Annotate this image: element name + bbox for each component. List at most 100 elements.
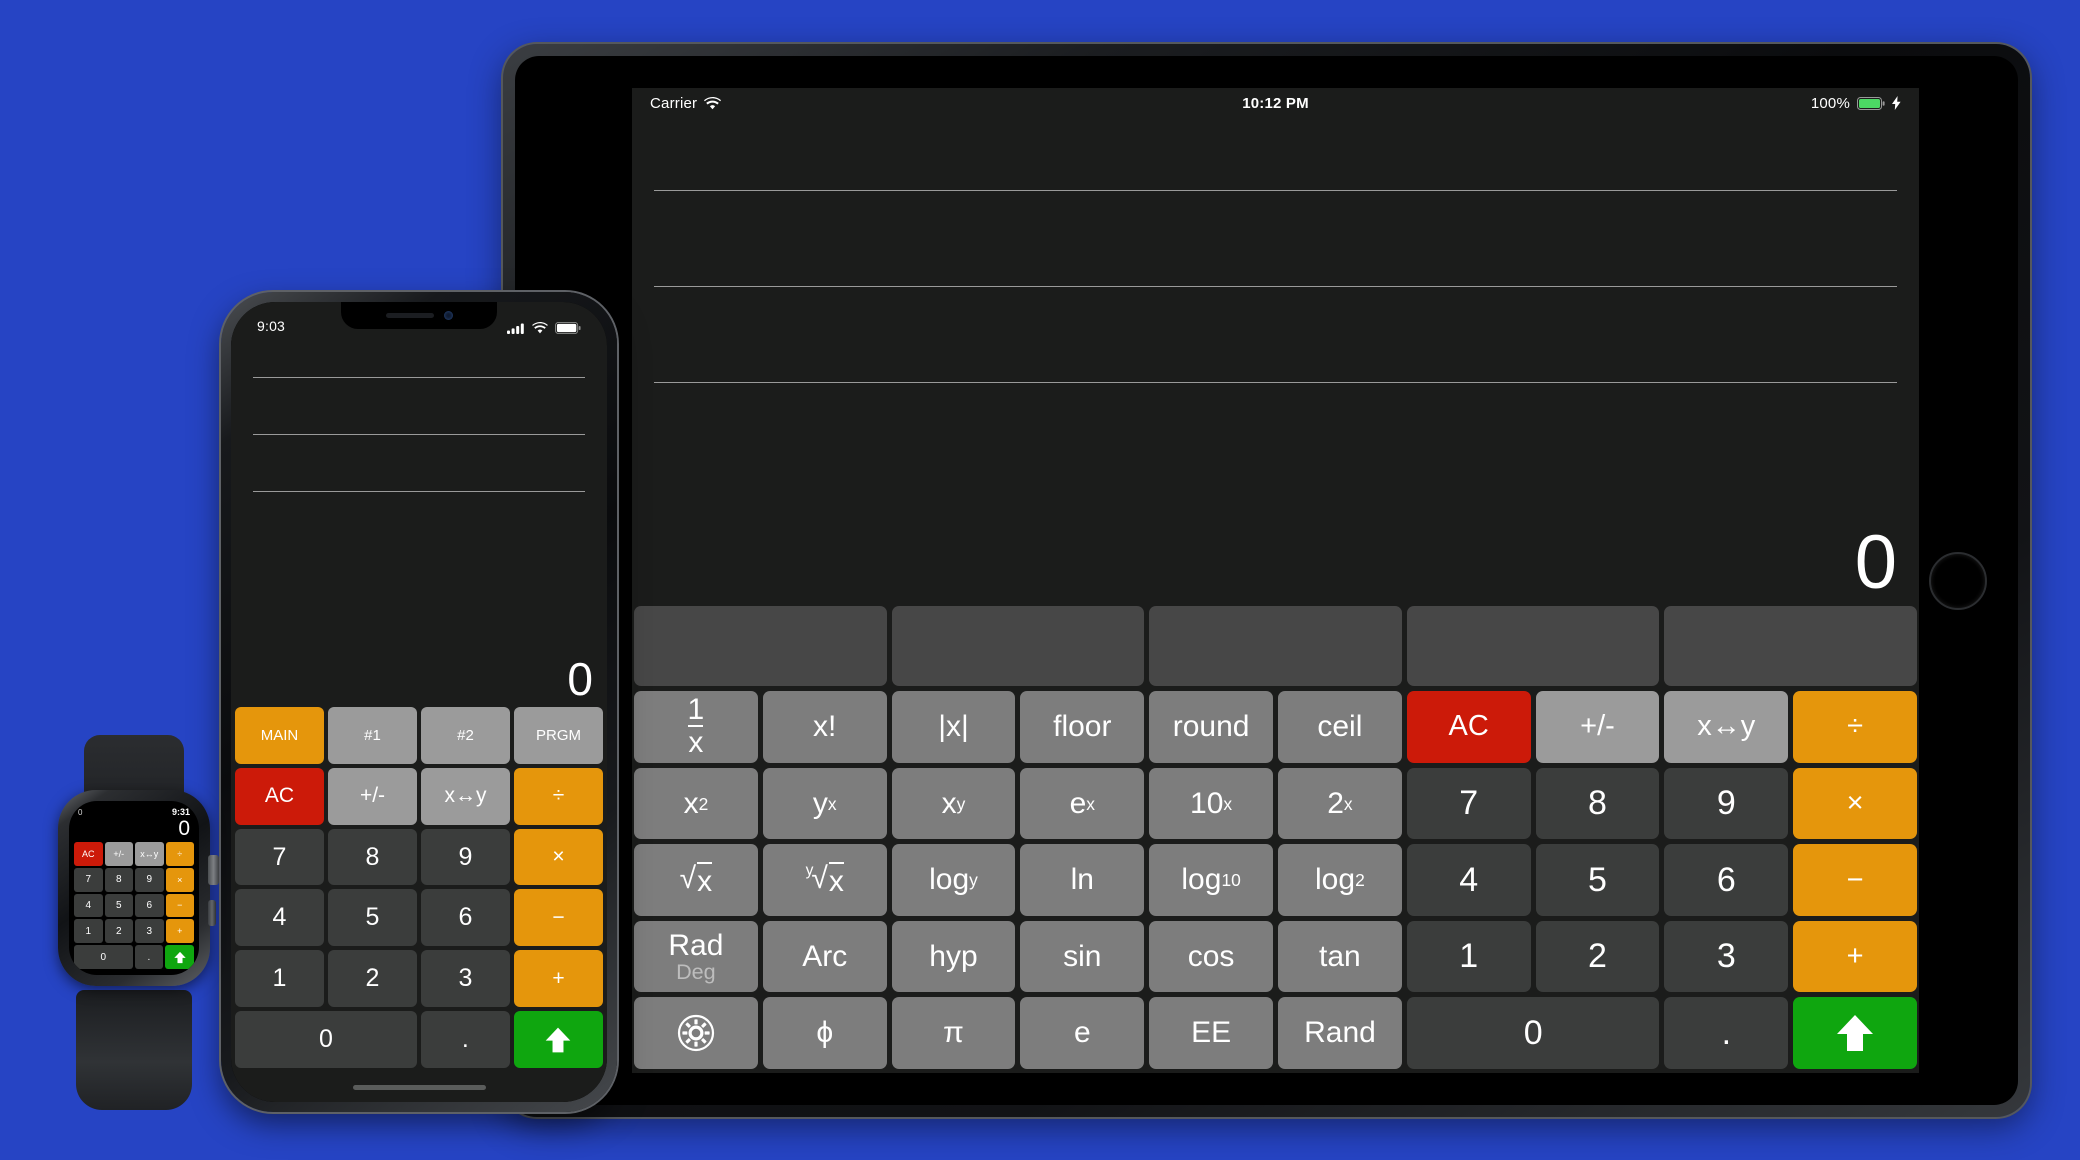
key-0[interactable]: 0 <box>74 945 133 969</box>
key-arc[interactable]: Arc <box>762 920 887 993</box>
key-reciprocal[interactable]: 1 x <box>634 691 758 763</box>
key-7[interactable]: 7 <box>1406 767 1531 840</box>
key-2[interactable]: 2 <box>1535 920 1660 993</box>
key-8[interactable]: 8 <box>328 828 417 886</box>
key-9[interactable]: 9 <box>135 867 164 892</box>
key-1[interactable]: 1 <box>74 919 103 944</box>
key-4[interactable]: 4 <box>1406 844 1531 916</box>
ipad-home-button[interactable] <box>1929 551 1987 610</box>
key-add[interactable]: + <box>165 919 194 944</box>
key-subtract[interactable]: − <box>514 889 603 947</box>
key-divide[interactable]: ÷ <box>1793 691 1917 763</box>
key-pi[interactable]: π <box>891 997 1016 1069</box>
key-multiply[interactable]: × <box>514 828 603 886</box>
key-add[interactable]: + <box>514 950 603 1008</box>
key-divide[interactable]: ÷ <box>165 842 194 866</box>
iphone-tab-2[interactable]: #2 <box>421 707 510 764</box>
key-multiply[interactable]: × <box>1793 767 1917 840</box>
key-6[interactable]: 6 <box>421 889 510 947</box>
key-rand[interactable]: Rand <box>1278 997 1402 1069</box>
key-square-root[interactable]: √ x <box>634 844 758 916</box>
key-plus-minus[interactable]: +/- <box>328 767 417 825</box>
key-log-base-y[interactable]: log y <box>891 844 1016 916</box>
key-floor[interactable]: floor <box>1020 691 1145 763</box>
key-angle-mode[interactable]: Rad Deg <box>634 920 758 993</box>
key-tan[interactable]: tan <box>1277 920 1402 993</box>
key-factorial[interactable]: x! <box>762 691 887 763</box>
key-decimal-point[interactable]: . <box>134 945 164 969</box>
key-sin[interactable]: sin <box>1020 920 1145 993</box>
ipad-tab-5[interactable] <box>1664 606 1917 687</box>
key-plus-minus[interactable]: +/- <box>1535 691 1660 763</box>
iphone-tab-main[interactable]: MAIN <box>235 707 324 764</box>
ipad-tab-1[interactable] <box>634 606 887 687</box>
key-log-base-2[interactable]: log 2 <box>1277 844 1402 916</box>
key-natural-log[interactable]: ln <box>1020 844 1145 916</box>
key-e-to-x[interactable]: ex <box>1020 767 1145 840</box>
key-9[interactable]: 9 <box>1664 767 1789 840</box>
key-euler-e[interactable]: e <box>1020 997 1145 1069</box>
key-multiply[interactable]: × <box>165 867 194 892</box>
key-4[interactable]: 4 <box>74 893 103 918</box>
key-5[interactable]: 5 <box>1535 844 1660 916</box>
key-4[interactable]: 4 <box>235 889 324 947</box>
iphone-tab-1[interactable]: #1 <box>328 707 417 764</box>
key-1[interactable]: 1 <box>1406 920 1531 993</box>
key-settings[interactable] <box>634 997 758 1069</box>
key-0[interactable]: 0 <box>235 1011 417 1068</box>
key-subtract[interactable]: − <box>1793 844 1917 916</box>
key-all-clear[interactable]: AC <box>235 767 324 825</box>
key-x-squared[interactable]: x2 <box>634 767 758 840</box>
key-plus-minus[interactable]: +/- <box>104 842 133 866</box>
key-divide[interactable]: ÷ <box>514 767 603 825</box>
key-add[interactable]: + <box>1793 920 1917 993</box>
key-0[interactable]: 0 <box>1406 997 1660 1069</box>
key-7[interactable]: 7 <box>235 828 324 886</box>
key-two-to-x[interactable]: 2x <box>1277 767 1402 840</box>
watch-side-button[interactable] <box>208 900 216 926</box>
key-enter[interactable] <box>165 945 195 969</box>
key-3[interactable]: 3 <box>421 950 510 1008</box>
key-9[interactable]: 9 <box>421 828 510 886</box>
key-5[interactable]: 5 <box>104 893 133 918</box>
key-ee[interactable]: EE <box>1149 997 1274 1069</box>
key-5[interactable]: 5 <box>328 889 417 947</box>
iphone-home-indicator[interactable] <box>231 1072 607 1102</box>
key-all-clear[interactable]: AC <box>74 842 103 866</box>
key-phi[interactable]: ϕ <box>762 997 887 1069</box>
key-cos[interactable]: cos <box>1149 920 1273 993</box>
key-swap-xy[interactable]: x↔y <box>1664 691 1789 763</box>
key-swap-xy[interactable]: x↔y <box>421 767 510 825</box>
watch-digital-crown[interactable] <box>208 855 219 885</box>
key-ceil[interactable]: ceil <box>1277 691 1402 763</box>
ipad-tab-4[interactable] <box>1406 606 1660 687</box>
key-8[interactable]: 8 <box>104 867 133 892</box>
key-3[interactable]: 3 <box>1664 920 1789 993</box>
key-nth-root[interactable]: y √ x <box>762 844 887 916</box>
key-2[interactable]: 2 <box>104 919 133 944</box>
key-6[interactable]: 6 <box>1664 844 1789 916</box>
key-decimal-point[interactable]: . <box>1664 997 1789 1069</box>
key-swap-xy[interactable]: x↔y <box>135 842 164 866</box>
ipad-tab-3[interactable] <box>1149 606 1402 687</box>
key-absolute-value[interactable]: |x| <box>891 691 1016 763</box>
key-decimal-point[interactable]: . <box>420 1011 510 1068</box>
key-enter[interactable] <box>513 1011 603 1068</box>
key-enter[interactable] <box>1793 997 1918 1069</box>
key-8[interactable]: 8 <box>1535 767 1660 840</box>
key-6[interactable]: 6 <box>135 893 164 918</box>
key-ten-to-x[interactable]: 10 x <box>1149 767 1273 840</box>
key-round[interactable]: round <box>1149 691 1273 763</box>
key-y-to-x[interactable]: yx <box>762 767 887 840</box>
key-log-base-10[interactable]: log 10 <box>1149 844 1273 916</box>
key-hyp[interactable]: hyp <box>891 920 1016 993</box>
key-subtract[interactable]: − <box>165 893 194 918</box>
key-all-clear[interactable]: AC <box>1406 691 1531 763</box>
iphone-tab-prgm[interactable]: PRGM <box>514 707 603 764</box>
key-7[interactable]: 7 <box>74 867 103 892</box>
key-1[interactable]: 1 <box>235 950 324 1008</box>
key-3[interactable]: 3 <box>135 919 164 944</box>
ipad-tab-2[interactable] <box>891 606 1145 687</box>
key-x-to-y[interactable]: xy <box>891 767 1016 840</box>
key-2[interactable]: 2 <box>328 950 417 1008</box>
